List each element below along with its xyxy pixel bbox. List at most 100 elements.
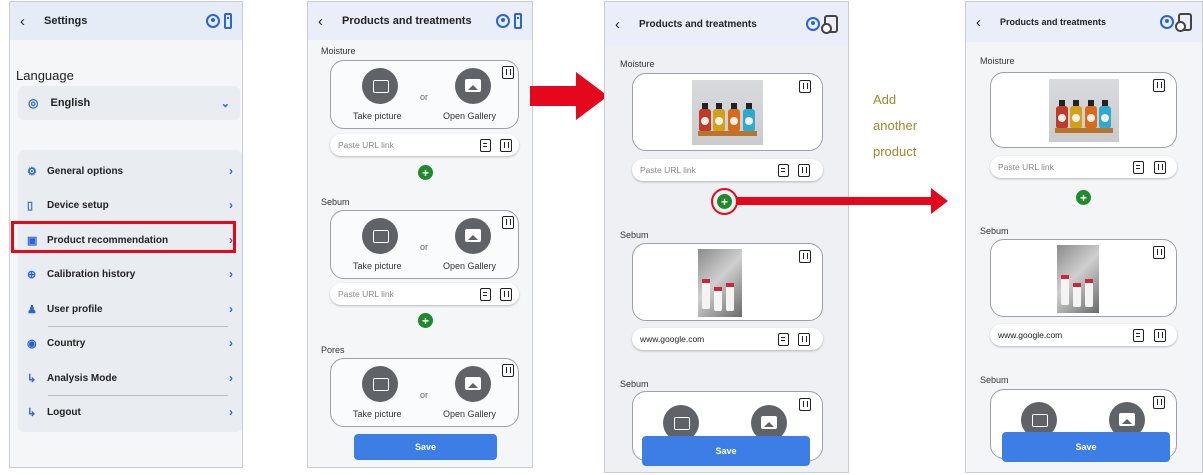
tube-cap bbox=[1061, 275, 1069, 279]
paste-icon[interactable] bbox=[778, 164, 789, 177]
annotation-line: product bbox=[873, 144, 917, 159]
trash-icon[interactable] bbox=[1153, 396, 1165, 409]
trash-icon[interactable] bbox=[500, 139, 512, 152]
tube-cap bbox=[726, 283, 734, 287]
chevron-right-icon: › bbox=[229, 336, 233, 350]
settings-menu: ⚙ General options › ▯ Device setup › ▣ P… bbox=[18, 150, 242, 432]
add-product-button[interactable]: + bbox=[1076, 190, 1091, 205]
back-arrow-icon[interactable]: ‹ bbox=[615, 16, 633, 33]
section-label-moisture: Moisture bbox=[620, 59, 655, 69]
camera-icon[interactable] bbox=[362, 366, 398, 402]
crosshair-icon: ⊕ bbox=[27, 268, 37, 281]
menu-item-analysis-mode[interactable]: ↳ Analysis Mode › bbox=[18, 363, 242, 393]
save-button[interactable]: Save bbox=[642, 436, 810, 466]
chevron-right-icon: › bbox=[229, 164, 233, 178]
url-input[interactable]: www.google.com bbox=[990, 324, 1177, 346]
language-select[interactable]: ◎ English ⌄ bbox=[18, 86, 240, 120]
url-value: www.google.com bbox=[998, 330, 1063, 340]
section-label-moisture: Moisture bbox=[980, 56, 1015, 66]
menu-item-label: Calibration history bbox=[47, 268, 136, 280]
paste-icon[interactable] bbox=[1133, 161, 1144, 174]
paste-icon[interactable] bbox=[778, 333, 789, 346]
trash-icon[interactable] bbox=[798, 333, 810, 346]
menu-item-country[interactable]: ◉ Country › bbox=[18, 328, 242, 358]
section-label-pores: Pores bbox=[321, 345, 345, 355]
camera-icon[interactable] bbox=[362, 218, 398, 254]
device-settings-icon[interactable] bbox=[1175, 13, 1192, 32]
url-input[interactable]: www.google.com bbox=[632, 328, 823, 350]
menu-item-user-profile[interactable]: ♟ User profile › bbox=[18, 294, 242, 324]
save-button[interactable]: Save bbox=[354, 434, 497, 460]
tube bbox=[1061, 275, 1069, 305]
logout-icon: ↳ bbox=[27, 406, 37, 419]
url-placeholder: Paste URL link bbox=[338, 140, 394, 150]
trash-icon[interactable] bbox=[798, 164, 810, 177]
user-account-icon[interactable] bbox=[496, 14, 510, 28]
url-input[interactable]: Paste URL link bbox=[990, 156, 1177, 178]
trash-icon[interactable] bbox=[799, 80, 811, 93]
add-product-button[interactable]: + bbox=[717, 194, 732, 209]
paste-icon[interactable] bbox=[480, 288, 491, 301]
page-title: Products and treatments bbox=[1000, 17, 1107, 27]
user-account-icon[interactable] bbox=[806, 17, 820, 31]
back-arrow-icon[interactable]: ‹ bbox=[976, 14, 994, 31]
chevron-down-icon: ⌄ bbox=[220, 97, 230, 110]
or-label: or bbox=[420, 242, 429, 252]
trash-icon[interactable] bbox=[1153, 79, 1165, 92]
device-icon[interactable] bbox=[224, 13, 232, 29]
tube-cap bbox=[1085, 279, 1093, 283]
section-label-sebum: Sebum bbox=[620, 379, 649, 389]
url-placeholder: Paste URL link bbox=[998, 162, 1054, 172]
back-arrow-icon[interactable]: ‹ bbox=[318, 13, 336, 30]
add-product-button[interactable]: + bbox=[418, 165, 433, 180]
camera-icon[interactable] bbox=[362, 68, 398, 104]
menu-item-calibration-history[interactable]: ⊕ Calibration history › bbox=[18, 259, 242, 289]
user-account-icon[interactable] bbox=[206, 14, 220, 28]
globe-icon: ◎ bbox=[28, 96, 39, 110]
paste-icon[interactable] bbox=[1133, 329, 1144, 342]
trash-icon[interactable] bbox=[502, 364, 514, 377]
gallery-icon[interactable] bbox=[455, 366, 491, 402]
menu-item-logout[interactable]: ↳ Logout › bbox=[18, 397, 242, 427]
device-settings-icon[interactable] bbox=[821, 15, 838, 34]
trash-icon[interactable] bbox=[1154, 329, 1166, 342]
take-picture-label: Take picture bbox=[353, 409, 402, 419]
products-screen-added: ‹ Products and treatments Moisture Paste… bbox=[965, 1, 1203, 473]
gallery-icon[interactable] bbox=[455, 68, 491, 104]
tube bbox=[702, 279, 710, 309]
chevron-right-icon: › bbox=[229, 405, 233, 419]
globe-icon: ◉ bbox=[27, 337, 37, 350]
annotation-text: Add another product bbox=[873, 87, 917, 165]
tube bbox=[726, 283, 734, 311]
login-icon: ↳ bbox=[27, 372, 37, 385]
image-picker-card: Take picture or Open Gallery bbox=[330, 60, 519, 129]
menu-item-device-setup[interactable]: ▯ Device setup › bbox=[18, 190, 242, 220]
user-account-icon[interactable] bbox=[1160, 15, 1174, 29]
bottle bbox=[699, 103, 711, 131]
trash-icon[interactable] bbox=[502, 216, 514, 229]
menu-item-label: Device setup bbox=[47, 199, 109, 211]
trash-icon[interactable] bbox=[500, 288, 512, 301]
menu-item-label: User profile bbox=[47, 303, 103, 315]
save-button[interactable]: Save bbox=[1002, 432, 1170, 462]
add-product-button[interactable]: + bbox=[418, 313, 433, 328]
menu-item-label: Country bbox=[47, 337, 86, 349]
device-icon[interactable] bbox=[514, 13, 522, 29]
trash-icon[interactable] bbox=[799, 250, 811, 263]
trash-icon[interactable] bbox=[502, 66, 514, 79]
url-input[interactable]: Paste URL link bbox=[632, 159, 823, 181]
trash-icon[interactable] bbox=[1154, 161, 1166, 174]
page-title: Products and treatments bbox=[639, 18, 757, 30]
back-arrow-icon[interactable]: ‹ bbox=[20, 13, 38, 30]
gallery-icon[interactable] bbox=[455, 218, 491, 254]
trash-icon[interactable] bbox=[1153, 246, 1165, 259]
bottle bbox=[1056, 100, 1068, 128]
product-image bbox=[1049, 79, 1119, 142]
trash-icon[interactable] bbox=[799, 398, 811, 411]
page-title: Products and treatments bbox=[342, 15, 472, 27]
menu-item-general-options[interactable]: ⚙ General options › bbox=[18, 156, 242, 186]
tube-cap bbox=[714, 287, 722, 291]
paste-icon[interactable] bbox=[480, 139, 491, 152]
page-title: Settings bbox=[44, 15, 88, 27]
bottle bbox=[728, 103, 740, 131]
